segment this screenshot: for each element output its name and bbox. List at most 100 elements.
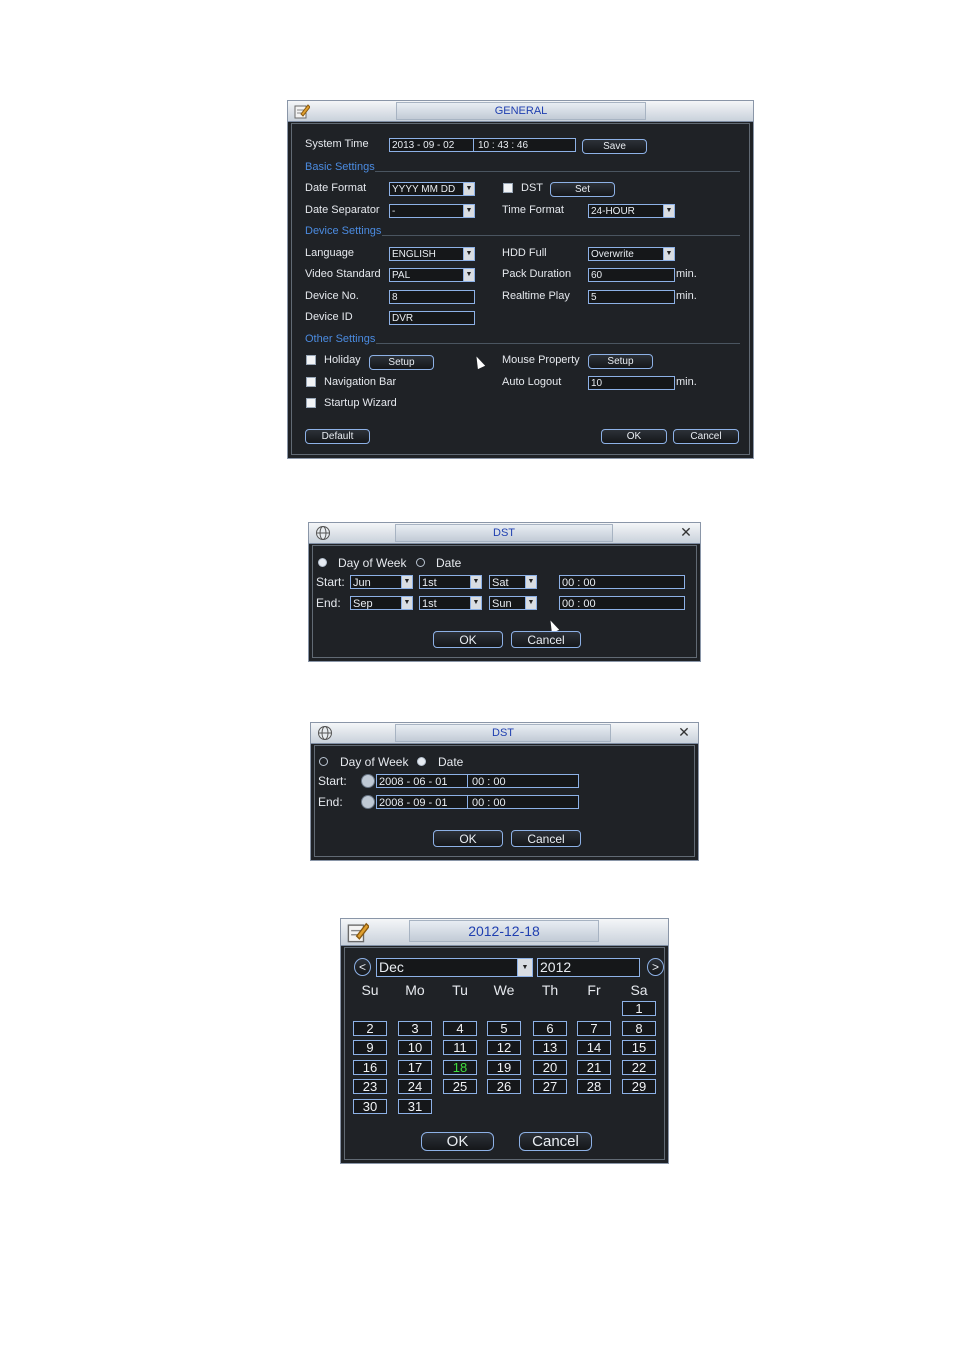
- prev-month-button[interactable]: <: [354, 958, 371, 976]
- default-button[interactable]: Default: [305, 429, 370, 444]
- start-week-select[interactable]: 1st ▼: [419, 575, 482, 589]
- day-of-week-radio[interactable]: [319, 757, 328, 766]
- calendar-day-4[interactable]: 4: [443, 1020, 477, 1036]
- video-standard-select[interactable]: PAL ▼: [389, 268, 475, 282]
- chevron-down-icon[interactable]: ▼: [401, 597, 412, 609]
- calendar-day-9[interactable]: 9: [353, 1040, 387, 1055]
- dst-checkbox[interactable]: [503, 183, 513, 193]
- date-format-select[interactable]: YYYY MM DD ▼: [389, 182, 475, 196]
- calendar-day-28[interactable]: 28: [577, 1079, 611, 1094]
- calendar-day-31[interactable]: 31: [398, 1098, 432, 1114]
- start-datetime-field[interactable]: 2008 - 06 - 01 00 : 00: [376, 774, 579, 788]
- calendar-day-15[interactable]: 15: [622, 1040, 656, 1055]
- chevron-down-icon[interactable]: ▼: [517, 959, 532, 976]
- calendar-day-3[interactable]: 3: [398, 1020, 432, 1036]
- end-month-select[interactable]: Sep ▼: [350, 596, 413, 610]
- calendar-day-6[interactable]: 6: [533, 1020, 567, 1036]
- system-time-field[interactable]: 2013 - 09 - 02 10 : 43 : 46: [389, 138, 576, 152]
- start-time[interactable]: 00 : 00: [472, 775, 506, 787]
- calendar-day-18[interactable]: 18: [443, 1059, 477, 1075]
- chevron-down-icon[interactable]: ▼: [663, 205, 674, 217]
- auto-logout-input[interactable]: 10: [588, 376, 675, 390]
- cancel-button[interactable]: Cancel: [511, 830, 581, 847]
- ok-button[interactable]: OK: [601, 429, 667, 444]
- pack-duration-input[interactable]: 60: [588, 268, 675, 282]
- calendar-day-20[interactable]: 20: [533, 1059, 567, 1075]
- ok-button[interactable]: OK: [433, 830, 503, 847]
- calendar-day-24[interactable]: 24: [398, 1079, 432, 1094]
- device-id-input[interactable]: DVR: [389, 311, 475, 325]
- end-date[interactable]: 2008 - 09 - 01: [379, 797, 448, 808]
- chevron-down-icon[interactable]: ▼: [463, 248, 474, 260]
- month-select[interactable]: Dec ▼: [376, 958, 533, 977]
- calendar-day-11[interactable]: 11: [443, 1040, 477, 1055]
- cancel-button[interactable]: Cancel: [511, 631, 581, 648]
- mouse-property-setup-button[interactable]: Setup: [588, 354, 653, 369]
- chevron-down-icon[interactable]: ▼: [463, 269, 474, 281]
- calendar-day-7[interactable]: 7: [577, 1020, 611, 1036]
- year-input[interactable]: 2012: [537, 958, 640, 977]
- cancel-button[interactable]: Cancel: [519, 1132, 592, 1151]
- start-time-input[interactable]: 00 : 00: [559, 575, 685, 589]
- chevron-down-icon[interactable]: ▼: [525, 576, 536, 588]
- calendar-day-26[interactable]: 26: [487, 1079, 521, 1094]
- hdd-full-select[interactable]: Overwrite ▼: [588, 247, 675, 261]
- end-time[interactable]: 00 : 00: [472, 796, 506, 808]
- calendar-day-12[interactable]: 12: [487, 1040, 521, 1055]
- startup-wizard-checkbox[interactable]: [306, 398, 316, 408]
- end-time-input[interactable]: 00 : 00: [559, 596, 685, 610]
- save-button[interactable]: Save: [582, 139, 647, 154]
- date-radio[interactable]: [416, 558, 425, 567]
- navigation-bar-checkbox[interactable]: [306, 377, 316, 387]
- chevron-down-icon[interactable]: ▼: [470, 576, 481, 588]
- calendar-day-25[interactable]: 25: [443, 1079, 477, 1094]
- chevron-down-icon[interactable]: ▼: [663, 248, 674, 260]
- end-day-select[interactable]: Sun ▼: [489, 596, 537, 610]
- ok-button[interactable]: OK: [421, 1132, 494, 1151]
- start-month-select[interactable]: Jun ▼: [350, 575, 413, 589]
- calendar-day-29[interactable]: 29: [622, 1079, 656, 1094]
- cancel-button[interactable]: Cancel: [673, 429, 739, 444]
- chevron-down-icon[interactable]: ▼: [470, 597, 481, 609]
- time-format-select[interactable]: 24-HOUR ▼: [588, 204, 675, 218]
- end-datetime-field[interactable]: 2008 - 09 - 01 00 : 00: [376, 795, 579, 809]
- next-month-button[interactable]: >: [647, 958, 664, 976]
- calendar-day-22[interactable]: 22: [622, 1059, 656, 1075]
- calendar-day-30[interactable]: 30: [353, 1098, 387, 1114]
- close-icon[interactable]: ✕: [678, 524, 694, 540]
- dst-set-button[interactable]: Set: [550, 182, 615, 197]
- holiday-setup-button[interactable]: Setup: [369, 355, 434, 370]
- calendar-day-2[interactable]: 2: [353, 1020, 387, 1036]
- calendar-clock-icon[interactable]: [361, 795, 375, 809]
- ok-button[interactable]: OK: [433, 631, 503, 648]
- calendar-day-13[interactable]: 13: [533, 1040, 567, 1055]
- calendar-day-16[interactable]: 16: [353, 1059, 387, 1075]
- system-clock[interactable]: 10 : 43 : 46: [478, 139, 528, 151]
- calendar-day-23[interactable]: 23: [353, 1079, 387, 1094]
- close-icon[interactable]: ✕: [676, 724, 692, 740]
- start-day-select[interactable]: Sat ▼: [489, 575, 537, 589]
- date-radio[interactable]: [417, 757, 426, 766]
- chevron-down-icon[interactable]: ▼: [463, 205, 474, 217]
- language-select[interactable]: ENGLISH ▼: [389, 247, 475, 261]
- chevron-down-icon[interactable]: ▼: [463, 183, 474, 195]
- realtime-play-input[interactable]: 5: [588, 290, 675, 304]
- calendar-day-27[interactable]: 27: [533, 1079, 567, 1094]
- chevron-down-icon[interactable]: ▼: [525, 597, 536, 609]
- device-no-input[interactable]: 8: [389, 290, 475, 304]
- calendar-day-1[interactable]: 1: [622, 1001, 656, 1016]
- calendar-day-17[interactable]: 17: [398, 1059, 432, 1075]
- day-of-week-radio[interactable]: [318, 558, 327, 567]
- calendar-day-14[interactable]: 14: [577, 1040, 611, 1055]
- calendar-day-8[interactable]: 8: [622, 1020, 656, 1036]
- end-week-select[interactable]: 1st ▼: [419, 596, 482, 610]
- calendar-day-21[interactable]: 21: [577, 1059, 611, 1075]
- calendar-day-19[interactable]: 19: [487, 1059, 521, 1075]
- chevron-down-icon[interactable]: ▼: [401, 576, 412, 588]
- calendar-day-10[interactable]: 10: [398, 1040, 432, 1055]
- system-date[interactable]: 2013 - 09 - 02: [392, 140, 454, 151]
- calendar-clock-icon[interactable]: [361, 774, 375, 788]
- calendar-day-5[interactable]: 5: [487, 1020, 521, 1036]
- start-date[interactable]: 2008 - 06 - 01: [379, 776, 448, 787]
- holiday-checkbox[interactable]: [306, 355, 316, 365]
